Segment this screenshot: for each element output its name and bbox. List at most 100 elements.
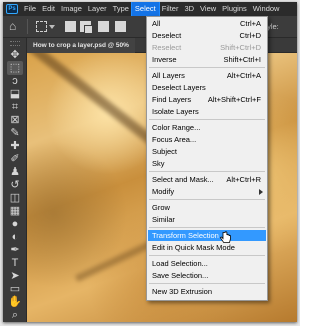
marquee-preset-icon[interactable] xyxy=(36,21,47,32)
healing-brush-icon[interactable]: ✚ xyxy=(7,139,23,153)
menu-item-shortcut: Alt+Ctrl+R xyxy=(226,175,261,184)
menu-item-label: Load Selection... xyxy=(152,259,208,268)
menu-item-label: Isolate Layers xyxy=(152,107,199,116)
menu-bar: Ps File Edit Image Layer Type Select Fil… xyxy=(3,2,297,17)
menu-3d[interactable]: 3D xyxy=(181,2,197,16)
subtract-from-selection-icon[interactable] xyxy=(98,21,109,32)
menu-item-new-3d-extrusion[interactable]: New 3D Extrusion xyxy=(148,286,266,297)
menu-item-find-layers[interactable]: Find Layers Alt+Shift+Ctrl+F xyxy=(148,94,266,105)
menu-item-label: All Layers xyxy=(152,71,185,80)
menu-item-reselect[interactable]: Reselect Shift+Ctrl+D xyxy=(148,42,266,53)
menu-item-isolate-layers[interactable]: Isolate Layers xyxy=(148,106,266,117)
menu-item-grow[interactable]: Grow xyxy=(148,202,266,213)
panel-grip[interactable] xyxy=(10,41,20,46)
menu-plugins[interactable]: Plugins xyxy=(219,2,250,16)
select-menu-dropdown: All Ctrl+A Deselect Ctrl+D Reselect Shift+Ctr… xyxy=(146,16,268,301)
menu-item-shortcut: Ctrl+A xyxy=(239,19,261,28)
zoom-icon[interactable]: ⌕ xyxy=(7,308,23,322)
app-window: Ps File Edit Image Layer Type Select Fil… xyxy=(0,0,300,326)
hand-icon[interactable]: ✋ xyxy=(7,295,23,309)
menu-image[interactable]: Image xyxy=(58,2,85,16)
menu-edit[interactable]: Edit xyxy=(39,2,58,16)
hand-cursor-icon xyxy=(220,231,231,243)
intersect-selection-icon[interactable] xyxy=(115,21,126,32)
menu-item-all-layers[interactable]: All Layers Alt+Ctrl+A xyxy=(148,70,266,81)
menu-separator xyxy=(149,283,265,284)
chevron-down-icon[interactable] xyxy=(49,25,55,29)
menu-filter[interactable]: Filter xyxy=(159,2,182,16)
eyedropper-icon[interactable]: ✎ xyxy=(7,126,23,140)
frame-icon[interactable]: ⊠ xyxy=(7,113,23,127)
options-divider xyxy=(27,19,28,34)
menu-window[interactable]: Window xyxy=(250,2,283,16)
menu-item-label: Deselect Layers xyxy=(152,83,206,92)
menu-item-all[interactable]: All Ctrl+A xyxy=(148,18,266,29)
menu-item-transform-selection[interactable]: Transform Selection xyxy=(148,230,266,241)
menu-separator xyxy=(149,171,265,172)
menu-layer[interactable]: Layer xyxy=(85,2,110,16)
gradient-icon[interactable]: ▦ xyxy=(7,204,23,218)
brush-icon[interactable]: ✐ xyxy=(7,152,23,166)
menu-item-shortcut: Shift+Ctrl+D xyxy=(220,43,261,52)
rectangle-shape-icon[interactable]: ▭ xyxy=(7,282,23,296)
menu-item-label: Grow xyxy=(152,203,170,212)
lasso-icon[interactable]: ↄ xyxy=(7,74,23,88)
type-icon[interactable]: T xyxy=(7,256,23,270)
object-selection-icon[interactable]: ⬓ xyxy=(7,87,23,101)
menu-item-label: Inverse xyxy=(152,55,177,64)
document-tab[interactable]: How to crop a layer.psd @ 50% xyxy=(27,38,135,53)
menu-item-select-and-mask[interactable]: Select and Mask... Alt+Ctrl+R xyxy=(148,174,266,185)
menu-separator xyxy=(149,119,265,120)
menu-item-shortcut: Alt+Ctrl+A xyxy=(226,71,261,80)
path-selection-icon[interactable]: ➤ xyxy=(7,269,23,283)
home-icon[interactable]: ⌂ xyxy=(9,20,20,32)
menu-item-label: Select and Mask... xyxy=(152,175,214,184)
menu-item-label: Sky xyxy=(152,159,165,168)
menu-item-shortcut: Ctrl+D xyxy=(239,31,261,40)
rectangular-marquee-icon[interactable]: ⬚ xyxy=(7,61,23,75)
pen-icon[interactable]: ✒ xyxy=(7,243,23,257)
menu-select[interactable]: Select xyxy=(130,2,160,17)
menu-item-label: Find Layers xyxy=(152,95,192,104)
menu-item-label: Deselect xyxy=(152,31,182,40)
menu-item-focus-area[interactable]: Focus Area... xyxy=(148,134,266,145)
menu-item-label: Modify xyxy=(152,187,175,196)
menu-item-subject[interactable]: Subject xyxy=(148,146,266,157)
menu-item-deselect[interactable]: Deselect Ctrl+D xyxy=(148,30,266,41)
blur-icon[interactable]: ● xyxy=(7,217,23,231)
menu-separator xyxy=(149,227,265,228)
menu-item-edit-in-quick-mask-mode[interactable]: Edit in Quick Mask Mode xyxy=(148,242,266,253)
crop-icon[interactable]: ⌗ xyxy=(7,100,23,114)
menu-item-label: Color Range... xyxy=(152,123,201,132)
history-brush-icon[interactable]: ↺ xyxy=(7,178,23,192)
menu-item-sky[interactable]: Sky xyxy=(148,158,266,169)
move-tool-icon[interactable]: ✥ xyxy=(7,48,23,62)
new-selection-icon[interactable] xyxy=(65,21,76,32)
menu-item-color-range[interactable]: Color Range... xyxy=(148,122,266,133)
menu-item-label: All xyxy=(152,19,161,28)
menu-item-label: Similar xyxy=(152,215,175,224)
add-to-selection-icon[interactable] xyxy=(80,21,93,34)
menu-item-load-selection[interactable]: Load Selection... xyxy=(148,258,266,269)
menu-item-inverse[interactable]: Inverse Shift+Ctrl+I xyxy=(148,54,266,65)
menu-item-shortcut: Alt+Shift+Ctrl+F xyxy=(207,95,261,104)
menu-item-save-selection[interactable]: Save Selection... xyxy=(148,270,266,281)
dodge-icon[interactable]: ◐ xyxy=(7,230,23,244)
menu-item-label: Transform Selection xyxy=(152,231,219,240)
eraser-icon[interactable]: ◫ xyxy=(7,191,23,205)
tools-panel: ✥ ⬚ ↄ ⬓ ⌗ ⊠ ✎ ✚ ✐ ♟ ↺ ◫ ▦ ● ◐ ✒ T ➤ ▭ ✋ ⌕ xyxy=(3,38,27,322)
photoshop-logo-icon: Ps xyxy=(6,4,18,14)
menu-item-similar[interactable]: Similar xyxy=(148,214,266,225)
menu-type[interactable]: Type xyxy=(110,2,132,16)
menu-view[interactable]: View xyxy=(197,2,219,16)
menu-file[interactable]: File xyxy=(21,2,39,16)
menu-item-label: Save Selection... xyxy=(152,271,209,280)
menu-item-modify[interactable]: Modify xyxy=(148,186,266,197)
menu-separator xyxy=(149,199,265,200)
menu-item-deselect-layers[interactable]: Deselect Layers xyxy=(148,82,266,93)
menu-item-label: Subject xyxy=(152,147,178,156)
menu-separator xyxy=(149,67,265,68)
clone-stamp-icon[interactable]: ♟ xyxy=(7,165,23,179)
menu-item-shortcut: Shift+Ctrl+I xyxy=(223,55,261,64)
submenu-arrow-icon xyxy=(259,189,263,195)
